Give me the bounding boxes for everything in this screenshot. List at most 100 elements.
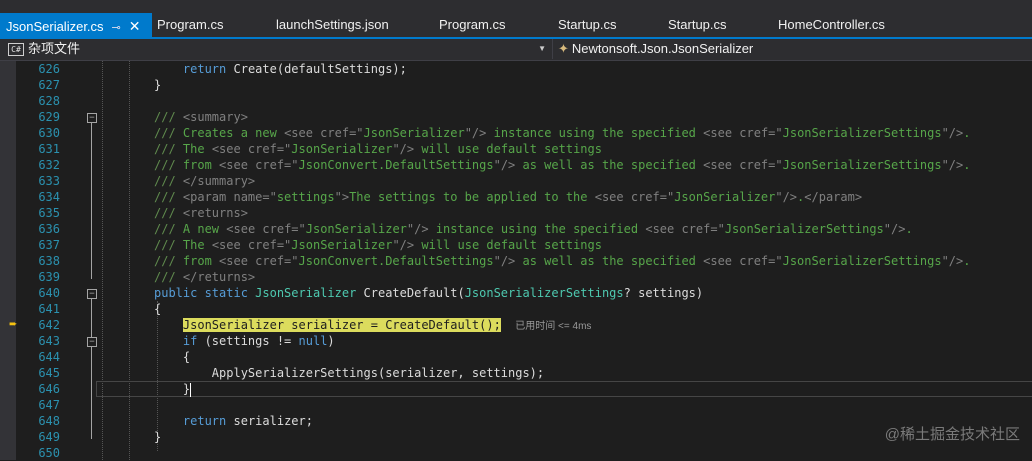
code-text: (settings != [197, 334, 299, 348]
comment-text: The [182, 238, 212, 252]
keyword: null [298, 334, 328, 348]
xml-tag: </returns> [182, 270, 256, 284]
line-number: 630 [38, 126, 60, 140]
class-icon: ✦ [558, 41, 569, 56]
line-number: 626 [38, 62, 60, 76]
tab-startup[interactable]: Startup.cs [558, 12, 617, 38]
code-text: Create(defaultSettings); [226, 62, 407, 76]
doc-comment-prefix: /// [154, 158, 183, 172]
code-line-629: /// <summary> [154, 109, 1024, 125]
project-dropdown[interactable]: C# 杂项文件 ▼ [4, 39, 553, 59]
close-icon[interactable]: ✕ [129, 18, 145, 34]
cref-value: JsonSerializerSettings [782, 126, 942, 140]
line-number: 649 [38, 430, 60, 444]
comment-text: A new [182, 222, 227, 236]
project-label: 杂项文件 [28, 41, 81, 56]
comment-text: from [182, 158, 220, 172]
document-tab-bar: JsonSerializer.cs ⊸ ✕ Program.cs launchSet… [0, 0, 1032, 38]
xml-tag: "/> [941, 254, 964, 268]
line-number: 637 [38, 238, 60, 252]
xml-tag: "/> [493, 158, 516, 172]
doc-comment-prefix: /// [154, 206, 183, 220]
code-line-632: /// from <see cref="JsonConvert.DefaultS… [154, 157, 1024, 173]
cref-value: JsonSerializer [291, 238, 393, 252]
code-text: { [154, 302, 162, 316]
text-caret [190, 382, 192, 397]
line-number: 646 [38, 382, 60, 396]
code-text: CreateDefault( [356, 286, 465, 300]
watermark: @稀土掘金技术社区 [884, 426, 1020, 443]
code-text: ? settings) [623, 286, 704, 300]
keyword: return [182, 414, 227, 428]
line-number: 629 [38, 110, 60, 124]
line-number: 650 [38, 446, 60, 460]
cref-value: JsonSerializerSettings [724, 222, 884, 236]
indent-guide [102, 61, 103, 460]
code-line-643: if (settings != null) [154, 333, 1024, 349]
doc-comment-prefix: /// [154, 110, 183, 124]
collapse-icon[interactable]: − [87, 337, 97, 347]
tab-startup-2[interactable]: Startup.cs [668, 12, 727, 38]
xml-tag: <param name=" [182, 190, 277, 204]
doc-comment-prefix: /// [154, 238, 183, 252]
line-number: 638 [38, 254, 60, 268]
tab-jsonserializer[interactable]: JsonSerializer.cs ⊸ ✕ [0, 13, 152, 38]
doc-comment-prefix: /// [154, 142, 183, 156]
type-dropdown[interactable]: ✦ Newtonsoft.Json.JsonSerializer [558, 39, 753, 59]
xml-tag: <see cref=" [211, 142, 292, 156]
cref-value: JsonSerializer [674, 190, 776, 204]
xml-tag: "/> [392, 142, 415, 156]
tab-launchsettings[interactable]: launchSettings.json [276, 12, 389, 38]
collapse-icon[interactable]: − [87, 289, 97, 299]
keyword: return [182, 62, 227, 76]
code-line-627: } [154, 77, 1024, 93]
line-numbers: 626 627 628 629 630 631 632 633 634 635 … [18, 61, 60, 461]
xml-tag: <see cref=" [645, 222, 725, 236]
code-text: ) [327, 334, 335, 348]
comment-text: . [963, 126, 971, 140]
perf-tip[interactable]: 已用时间 <= 4ms [515, 321, 591, 332]
comment-text: The [182, 142, 212, 156]
doc-comment-prefix: /// [154, 190, 183, 204]
pin-icon[interactable]: ⊸ [112, 22, 121, 34]
outlining-margin: − − − [80, 61, 100, 460]
line-number: 641 [38, 302, 60, 316]
code-line-641: { [154, 301, 1024, 317]
doc-comment-prefix: /// [154, 126, 183, 140]
line-number: 645 [38, 366, 60, 380]
code-line-644: { [154, 349, 1024, 365]
xml-tag: "> [334, 190, 350, 204]
xml-tag: "/> [883, 222, 906, 236]
xml-tag: </param> [804, 190, 863, 204]
code-text: serializer; [226, 414, 313, 428]
code-line-635: /// <returns> [154, 205, 1024, 221]
line-number: 628 [38, 94, 60, 108]
tab-homecontroller[interactable]: HomeController.cs [778, 12, 885, 38]
tab-program[interactable]: Program.cs [157, 12, 223, 38]
xml-tag: <see cref=" [703, 254, 783, 268]
code-line-638: /// from <see cref="JsonConvert.DefaultS… [154, 253, 1024, 269]
xml-tag: <see cref=" [219, 158, 299, 172]
collapse-icon[interactable]: − [87, 113, 97, 123]
indent-guide [129, 61, 130, 460]
navigation-bar: C# 杂项文件 ▼ ✦ Newtonsoft.Json.JsonSerializer [0, 39, 1032, 61]
code-line-640: public static JsonSerializer CreateDefau… [154, 285, 1024, 301]
xml-tag: <see cref=" [703, 158, 783, 172]
xml-tag: "/> [775, 190, 798, 204]
tab-program-2[interactable]: Program.cs [439, 12, 505, 38]
chevron-down-icon[interactable]: ▼ [538, 39, 546, 59]
xml-tag: <see cref=" [703, 126, 783, 140]
comment-text: . [905, 222, 913, 236]
cref-value: JsonSerializerSettings [782, 254, 942, 268]
csharp-file-icon: C# [8, 43, 24, 57]
xml-tag: "/> [406, 222, 429, 236]
line-number: 633 [38, 174, 60, 188]
code-line-633: /// </summary> [154, 173, 1024, 189]
comment-text: instance using the specified [428, 222, 646, 236]
type-name: JsonSerializerSettings [464, 286, 624, 300]
code-editor[interactable]: ➨ 626 627 628 629 630 631 632 633 634 63… [0, 61, 1032, 460]
code-line-631: /// The <see cref="JsonSerializer"/> wil… [154, 141, 1024, 157]
xml-tag: </summary> [182, 174, 256, 188]
